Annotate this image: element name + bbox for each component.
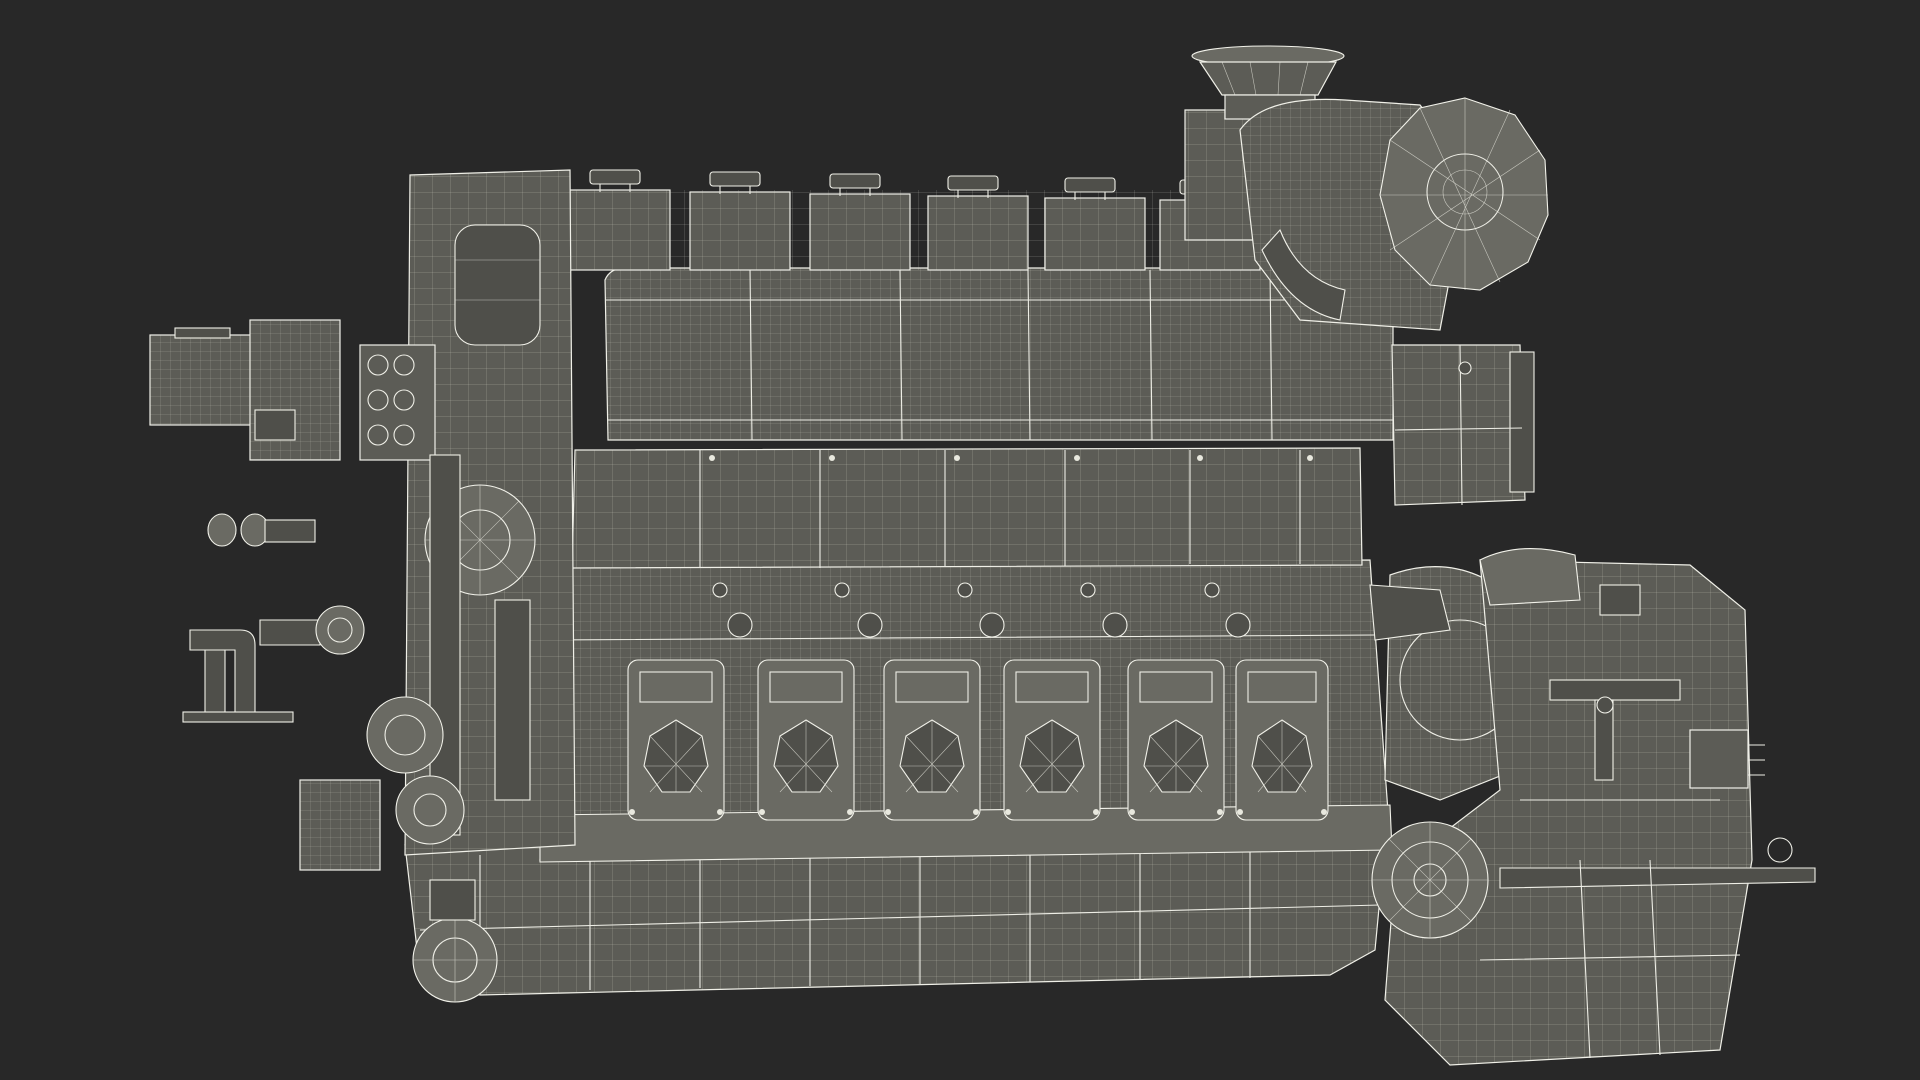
crankcase-door xyxy=(1127,659,1225,821)
pump-block xyxy=(359,344,436,461)
crankcase-door xyxy=(627,659,725,821)
marine-engine-wireframe-render xyxy=(149,45,1816,1066)
coolant-pipes xyxy=(182,513,321,723)
charge-air-manifold xyxy=(604,267,1394,441)
crankcase-door xyxy=(883,659,981,821)
crankcase-door xyxy=(1235,659,1329,821)
oil-sump xyxy=(404,844,1386,996)
render-viewport xyxy=(0,0,1920,1080)
output-flange xyxy=(1371,821,1489,939)
crankcase-door xyxy=(757,659,855,821)
control-box xyxy=(149,319,341,461)
crankcase-door xyxy=(1003,659,1101,821)
charge-air-cooler xyxy=(1391,344,1535,506)
cylinder-heads xyxy=(569,169,1261,271)
